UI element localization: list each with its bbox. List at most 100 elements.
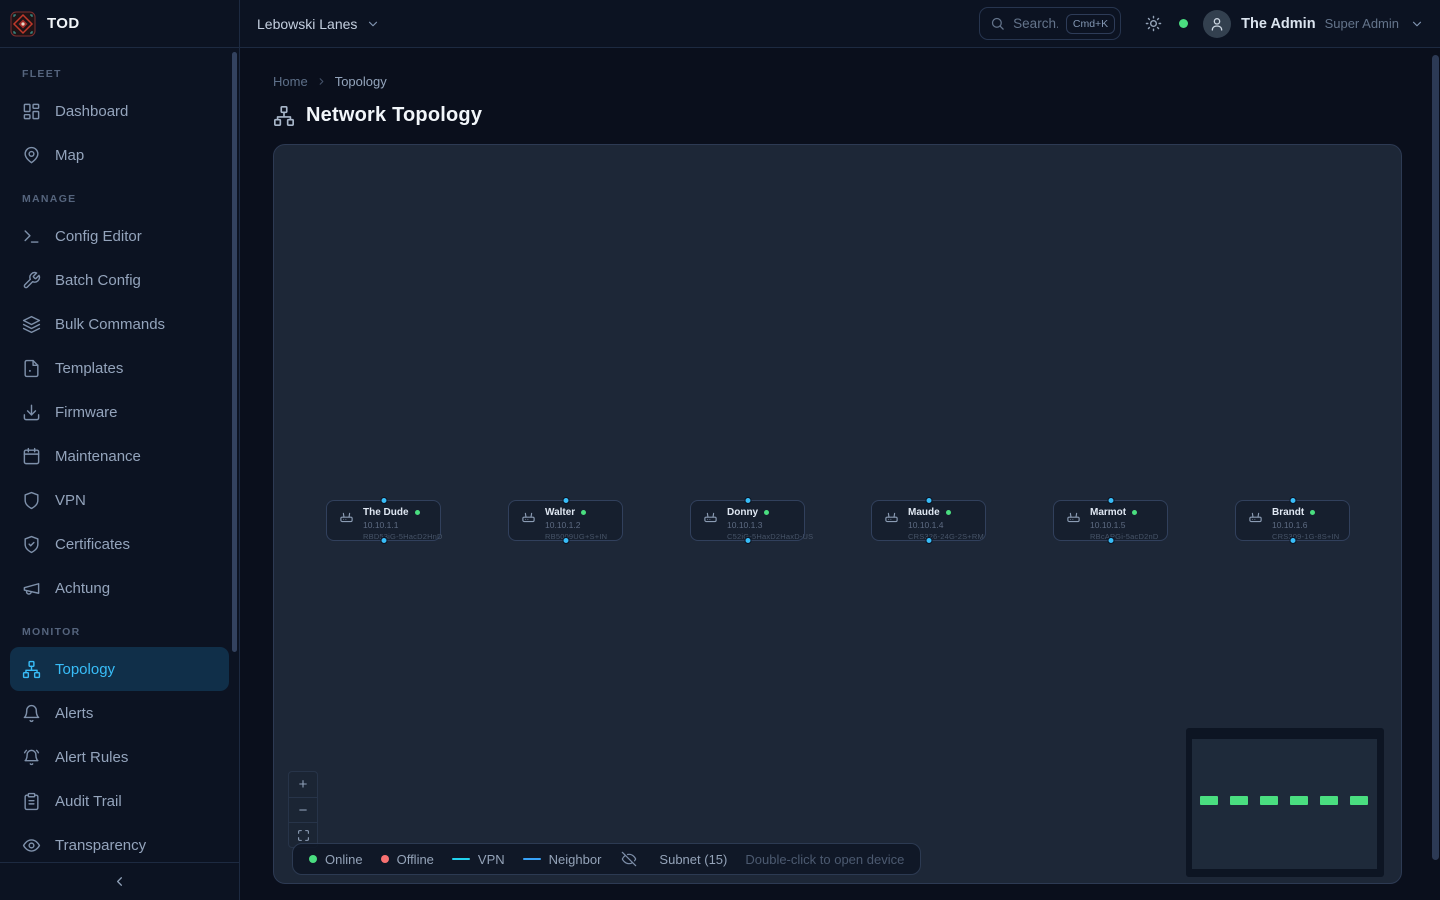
- sidebar-collapse-button[interactable]: [0, 862, 239, 900]
- node-handle-bottom[interactable]: [380, 537, 387, 544]
- topology-node-maude[interactable]: Maude 10.10.1.4 CRS326-24G-2S+RM: [871, 500, 986, 541]
- topology-canvas[interactable]: The Dude 10.10.1.1 RBD53iG-5HacD2HnD Wal…: [273, 144, 1402, 884]
- sidebar-item-alert-rules[interactable]: Alert Rules: [10, 735, 229, 779]
- legend-online: Online: [309, 852, 363, 867]
- sidebar-item-dashboard[interactable]: Dashboard: [10, 89, 229, 133]
- sidebar-item-label: Alert Rules: [55, 749, 128, 766]
- node-handle-top[interactable]: [1107, 497, 1114, 504]
- sidebar-item-label: Firmware: [55, 404, 118, 421]
- node-name: The Dude: [363, 507, 409, 518]
- node-model: RB5009UG+S+IN: [545, 532, 607, 541]
- offline-dot: [381, 855, 389, 863]
- topbar: TOD Lebowski Lanes Cmd+K The Admin Super…: [0, 0, 1440, 48]
- sidebar-item-transparency[interactable]: Transparency: [10, 823, 229, 862]
- sidebar-item-batch-config[interactable]: Batch Config: [10, 258, 229, 302]
- search-box[interactable]: Cmd+K: [979, 7, 1121, 40]
- legend-offline: Offline: [381, 852, 434, 867]
- sidebar-item-certificates[interactable]: Certificates: [10, 522, 229, 566]
- node-name: Brandt: [1272, 507, 1304, 518]
- legend-neighbor-label: Neighbor: [549, 852, 602, 867]
- node-model: RBcAPGi-5acD2nD: [1090, 532, 1158, 541]
- breadcrumb-current: Topology: [335, 74, 387, 89]
- section-label-monitor: MONITOR: [10, 626, 229, 638]
- app-logo[interactable]: TOD: [0, 0, 240, 47]
- topology-node-donny[interactable]: Donny 10.10.1.3 C52iG-5HaxD2HaxD-US: [690, 500, 805, 541]
- node-model: C52iG-5HaxD2HaxD-US: [727, 532, 813, 541]
- node-handle-bottom[interactable]: [1107, 537, 1114, 544]
- topology-legend: Online Offline VPN Neighbor Subnet (15) …: [292, 843, 921, 875]
- node-online-dot: [1132, 510, 1137, 515]
- node-online-dot: [1310, 510, 1315, 515]
- file-icon: [22, 359, 41, 378]
- node-name: Marmot: [1090, 507, 1126, 518]
- minimap-node-marker: [1230, 796, 1248, 805]
- topology-node-the-dude[interactable]: The Dude 10.10.1.1 RBD53iG-5HacD2HnD: [326, 500, 441, 541]
- node-online-dot: [415, 510, 420, 515]
- sidebar-item-achtung[interactable]: Achtung: [10, 566, 229, 610]
- topology-node-walter[interactable]: Walter 10.10.1.2 RB5009UG+S+IN: [508, 500, 623, 541]
- sidebar-item-label: Batch Config: [55, 272, 141, 289]
- node-handle-top[interactable]: [380, 497, 387, 504]
- node-handle-top[interactable]: [744, 497, 751, 504]
- sidebar-item-topology[interactable]: Topology: [10, 647, 229, 691]
- sidebar-item-label: Achtung: [55, 580, 110, 597]
- megaphone-icon: [22, 579, 41, 598]
- node-handle-top[interactable]: [562, 497, 569, 504]
- node-handle-top[interactable]: [1289, 497, 1296, 504]
- breadcrumb-home[interactable]: Home: [273, 74, 308, 89]
- legend-subnet-label[interactable]: Subnet (15): [659, 852, 727, 867]
- router-icon: [1248, 509, 1263, 524]
- node-handle-bottom[interactable]: [744, 537, 751, 544]
- node-online-dot: [764, 510, 769, 515]
- sidebar-item-config-editor[interactable]: Config Editor: [10, 214, 229, 258]
- user-icon: [1209, 16, 1225, 32]
- topology-title-icon: [273, 105, 295, 127]
- sidebar-item-firmware[interactable]: Firmware: [10, 390, 229, 434]
- node-handle-bottom[interactable]: [562, 537, 569, 544]
- sidebar-item-alerts[interactable]: Alerts: [10, 691, 229, 735]
- section-label-fleet: FLEET: [10, 68, 229, 80]
- node-handle-bottom[interactable]: [925, 537, 932, 544]
- sidebar-item-label: Alerts: [55, 705, 93, 722]
- eye-off-icon[interactable]: [621, 851, 637, 867]
- router-icon: [884, 509, 899, 524]
- page-title: Network Topology: [306, 104, 482, 127]
- dashboard-icon: [22, 102, 41, 121]
- terminal-icon: [22, 227, 41, 246]
- sidebar-item-vpn[interactable]: VPN: [10, 478, 229, 522]
- user-avatar[interactable]: [1203, 10, 1231, 38]
- topology-node-marmot[interactable]: Marmot 10.10.1.5 RBcAPGi-5acD2nD: [1053, 500, 1168, 541]
- sidebar-item-maintenance[interactable]: Maintenance: [10, 434, 229, 478]
- zoom-out-button[interactable]: −: [289, 797, 317, 822]
- sidebar-item-map[interactable]: Map: [10, 133, 229, 177]
- sidebar-item-label: Maintenance: [55, 448, 141, 465]
- topology-node-brandt[interactable]: Brandt 10.10.1.6 CRS309-1G-8S+IN: [1235, 500, 1350, 541]
- minimap-node-marker: [1320, 796, 1338, 805]
- zoom-in-button[interactable]: +: [289, 772, 317, 797]
- page-scrollbar[interactable]: [1432, 55, 1439, 860]
- eye-icon: [22, 836, 41, 855]
- clipboard-icon: [22, 792, 41, 811]
- user-menu-chevron-down-icon[interactable]: [1410, 17, 1424, 31]
- search-input[interactable]: [1013, 16, 1058, 31]
- vpn-line-swatch: [452, 858, 470, 861]
- sidebar-item-audit-trail[interactable]: Audit Trail: [10, 779, 229, 823]
- legend-vpn-label: VPN: [478, 852, 505, 867]
- minimap-viewport[interactable]: [1192, 739, 1377, 869]
- topology-icon: [22, 660, 41, 679]
- sidebar-scrollbar[interactable]: [232, 52, 237, 652]
- router-icon: [1066, 509, 1081, 524]
- sidebar-item-label: VPN: [55, 492, 86, 509]
- app-title: TOD: [47, 15, 80, 32]
- node-handle-bottom[interactable]: [1289, 537, 1296, 544]
- theme-toggle-sun-icon[interactable]: [1145, 15, 1162, 32]
- node-handle-top[interactable]: [925, 497, 932, 504]
- team-selector[interactable]: Lebowski Lanes: [257, 16, 380, 32]
- router-icon: [703, 509, 718, 524]
- main-content: Home Topology Network Topology The Dude …: [240, 48, 1440, 900]
- sidebar-item-bulk-commands[interactable]: Bulk Commands: [10, 302, 229, 346]
- sidebar-item-templates[interactable]: Templates: [10, 346, 229, 390]
- node-name: Donny: [727, 507, 758, 518]
- minimap-node-marker: [1200, 796, 1218, 805]
- minimap[interactable]: [1186, 728, 1384, 877]
